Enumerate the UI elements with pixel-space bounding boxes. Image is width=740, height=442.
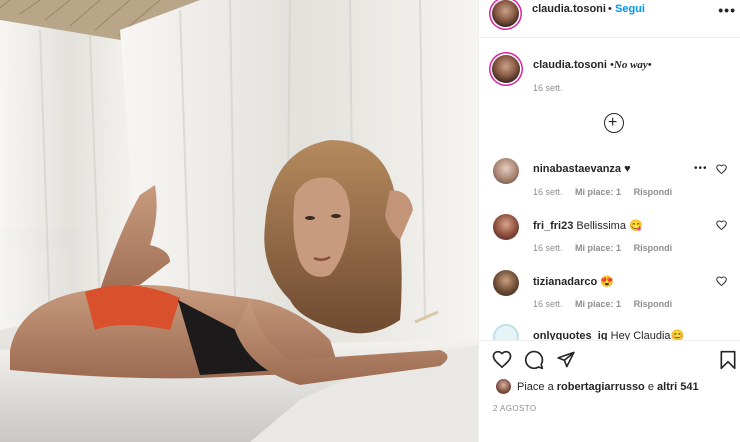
likes-summary[interactable]: Piace a robertagiarrusso e altri 541 — [517, 381, 699, 393]
comment-date: 16 sett. — [533, 187, 563, 197]
comment-meta: 16 sett. Mi piace: 1 Rispondi — [533, 187, 682, 197]
reply-button[interactable]: Rispondi — [634, 187, 673, 197]
likes-middle: e — [644, 381, 658, 393]
post-photo[interactable] — [0, 0, 478, 442]
comment-date: 16 sett. — [533, 299, 563, 309]
reply-button[interactable]: Rispondi — [634, 299, 673, 309]
paper-plane-icon[interactable] — [556, 350, 576, 369]
comment-username[interactable]: ninabastaevanza — [533, 163, 621, 175]
heart-icon[interactable] — [492, 350, 512, 368]
caption-line: claudia.tosoni •No way• — [533, 59, 652, 71]
comment-avatar[interactable] — [493, 270, 519, 296]
comment-avatar[interactable] — [493, 158, 519, 184]
comment-text: 😍 — [600, 276, 614, 288]
comment-line: fri_fri23 Bellissima 😋 — [533, 219, 643, 232]
comment-item: tizianadarco 😍 16 sett. Mi piace: 1 Risp… — [479, 270, 740, 320]
plus-circle-icon[interactable]: + — [604, 113, 624, 133]
comment-text: ♥ — [624, 163, 631, 175]
comment-text: Bellissima 😋 — [576, 220, 643, 232]
heart-icon[interactable] — [716, 276, 727, 286]
instagram-post: claudia.tosoni • Segui ••• claudia.toson… — [0, 0, 740, 442]
heart-icon[interactable] — [716, 164, 727, 174]
likes-others[interactable]: altri 541 — [657, 381, 699, 393]
separator-dot: • — [608, 3, 612, 15]
comment-date: 16 sett. — [533, 243, 563, 253]
comment-meta: 16 sett. Mi piace: 1 Rispondi — [533, 243, 682, 253]
author-avatar[interactable] — [492, 0, 519, 27]
caption-username[interactable]: claudia.tosoni — [533, 59, 607, 71]
comment-icon[interactable] — [524, 350, 544, 370]
caption-date: 16 sett. — [533, 83, 563, 93]
reply-button[interactable]: Rispondi — [634, 243, 673, 253]
comment-item: ninabastaevanza ♥ 16 sett. Mi piace: 1 R… — [479, 158, 740, 208]
caption-text: •No way• — [610, 59, 652, 71]
comment-username[interactable]: tizianadarco — [533, 276, 597, 288]
likes-prefix: Piace a — [517, 381, 557, 393]
comment-likes[interactable]: Mi piace: 1 — [575, 243, 621, 253]
post-sidebar: claudia.tosoni • Segui ••• claudia.toson… — [478, 0, 740, 442]
heart-icon[interactable] — [716, 220, 727, 230]
post-date: 2 AGOSTO — [493, 404, 537, 413]
comment-line: ninabastaevanza ♥ — [533, 163, 631, 175]
caption-avatar[interactable] — [492, 55, 520, 83]
follow-button[interactable]: Segui — [615, 3, 645, 15]
more-dots-icon[interactable]: ••• — [718, 2, 736, 18]
comment-meta: 16 sett. Mi piace: 1 Rispondi — [533, 299, 682, 309]
comment-likes[interactable]: Mi piace: 1 — [575, 187, 621, 197]
comment-likes[interactable]: Mi piace: 1 — [575, 299, 621, 309]
plus-glyph: + — [608, 114, 618, 131]
comment-options-icon[interactable]: ••• — [694, 163, 708, 174]
liker-username[interactable]: robertagiarrusso — [557, 381, 645, 393]
comment-item: fri_fri23 Bellissima 😋 16 sett. Mi piace… — [479, 214, 740, 264]
post-header: claudia.tosoni • Segui ••• — [479, 0, 740, 38]
comment-username[interactable]: fri_fri23 — [533, 220, 573, 232]
author-username[interactable]: claudia.tosoni — [532, 3, 606, 15]
comment-line: tizianadarco 😍 — [533, 275, 614, 288]
comment-avatar[interactable] — [493, 214, 519, 240]
liker-avatar[interactable] — [496, 379, 511, 394]
bookmark-icon[interactable] — [719, 350, 737, 370]
photo-illustration — [0, 0, 478, 442]
post-actions: Piace a robertagiarrusso e altri 541 2 A… — [479, 340, 740, 442]
